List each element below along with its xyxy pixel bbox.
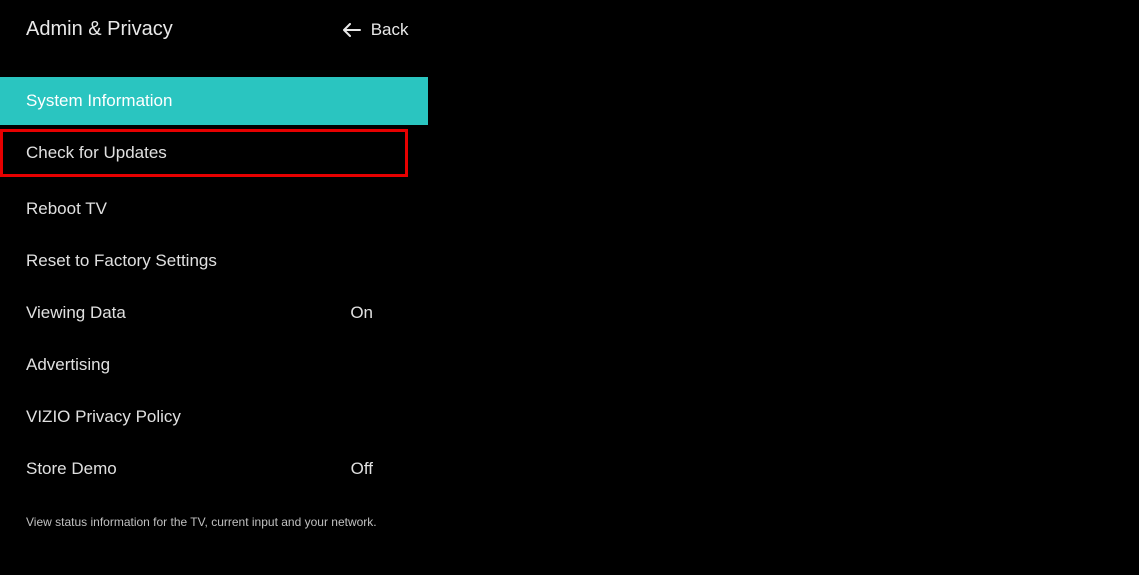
menu-item-store-demo[interactable]: Store Demo Off xyxy=(0,445,428,493)
back-arrow-icon xyxy=(343,21,361,39)
menu-item-label: System Information xyxy=(26,91,172,111)
menu-item-privacy-policy[interactable]: VIZIO Privacy Policy xyxy=(0,393,428,441)
menu-item-check-for-updates[interactable]: Check for Updates xyxy=(0,129,408,177)
description-text: View status information for the TV, curr… xyxy=(0,515,1139,529)
menu-item-label: Reset to Factory Settings xyxy=(26,251,217,271)
menu-item-label: Reboot TV xyxy=(26,199,107,219)
page-title: Admin & Privacy xyxy=(26,18,173,41)
menu-item-system-information[interactable]: System Information xyxy=(0,77,428,125)
menu-item-label: Advertising xyxy=(26,355,110,375)
menu-item-value: Off xyxy=(351,459,428,479)
menu-item-reboot-tv[interactable]: Reboot TV xyxy=(0,185,428,233)
back-button[interactable]: Back xyxy=(343,20,409,40)
back-label: Back xyxy=(371,20,409,40)
menu-item-label: VIZIO Privacy Policy xyxy=(26,407,181,427)
menu-item-label: Viewing Data xyxy=(26,303,126,323)
header: Admin & Privacy Back xyxy=(0,0,1139,59)
menu-item-advertising[interactable]: Advertising xyxy=(0,341,428,389)
menu-item-label: Check for Updates xyxy=(26,143,167,163)
menu-item-label: Store Demo xyxy=(26,459,117,479)
menu-item-viewing-data[interactable]: Viewing Data On xyxy=(0,289,428,337)
menu-item-reset-to-factory[interactable]: Reset to Factory Settings xyxy=(0,237,428,285)
menu: System Information Check for Updates Reb… xyxy=(0,77,1139,493)
menu-item-value: On xyxy=(350,303,428,323)
